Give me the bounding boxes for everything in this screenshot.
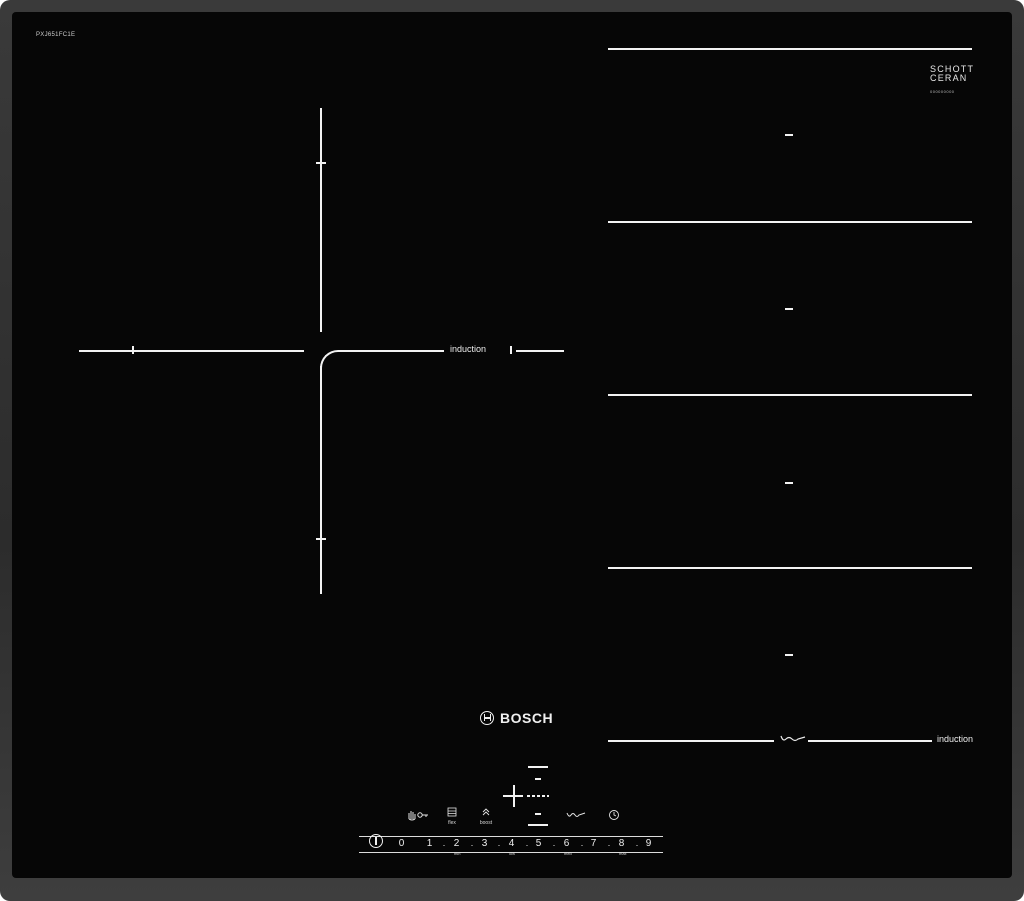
schott-ceran-mark: SCHOTT CERAN 000000000: [930, 64, 975, 95]
model-number: PXJ651FC1E: [36, 32, 76, 38]
level-1[interactable]: 1: [416, 838, 443, 849]
zone-divider-right-a: [350, 350, 444, 352]
level-4[interactable]: 4: [498, 838, 525, 849]
bottom-line-b: [808, 740, 932, 742]
wave-icon: [566, 812, 586, 817]
zone-divider-left: [79, 350, 304, 352]
zone-divider-top: [320, 108, 322, 332]
mini-line-top[interactable]: [528, 766, 548, 768]
right-zone-marker-1: [785, 134, 793, 136]
level-8[interactable]: 8: [608, 838, 635, 849]
power-button[interactable]: [369, 834, 383, 848]
timer-icon: [609, 810, 619, 820]
boost-button[interactable]: boost: [474, 807, 498, 826]
zone-divider-right-b: [516, 350, 564, 352]
right-zone-line-3: [608, 394, 972, 396]
caption-med: med: [564, 851, 572, 856]
level-5[interactable]: 5: [525, 838, 552, 849]
brand-name: BOSCH: [500, 710, 554, 726]
mini-line-bottom[interactable]: [528, 824, 548, 826]
timer-button[interactable]: [604, 809, 624, 823]
wave-button[interactable]: [564, 811, 588, 821]
bottom-line-a: [608, 740, 774, 742]
zone-marker-left: [132, 346, 134, 354]
induction-label-left: induction: [450, 344, 487, 354]
level-6[interactable]: 6: [553, 838, 580, 849]
caption-low: low: [509, 851, 516, 856]
flex-button[interactable]: flex: [442, 807, 462, 826]
child-lock-button[interactable]: [402, 809, 434, 823]
level-3[interactable]: 3: [471, 838, 498, 849]
power-level-slider[interactable]: 0 1 · 2 · 3 · 4 · 5 · 6 · 7 · 8 · 9 min …: [359, 832, 663, 856]
right-zone-line-2: [608, 221, 972, 223]
level-9[interactable]: 9: [635, 838, 662, 849]
caption-max: max: [619, 851, 627, 856]
boost-arrows-icon: [482, 808, 490, 816]
induction-label-right: induction: [937, 734, 974, 744]
right-zone-marker-3: [785, 482, 793, 484]
mini-tick-1[interactable]: [535, 778, 541, 780]
right-zone-marker-4: [785, 654, 793, 656]
bosch-logo: BOSCH: [480, 710, 553, 726]
zone-marker-top: [316, 162, 326, 164]
zone-marker-bottom: [316, 538, 326, 540]
hand-key-icon: [408, 811, 428, 821]
slider-top-line: [359, 836, 663, 837]
zone-divider-bottom: [320, 366, 322, 594]
level-7[interactable]: 7: [580, 838, 607, 849]
mini-dash[interactable]: [527, 795, 549, 797]
mini-cross-h[interactable]: [503, 795, 523, 797]
cooktop-glass: PXJ651FC1E induction SCHOTT CERAN 000000…: [12, 12, 1012, 878]
zone-marker-right: [510, 346, 512, 354]
zone-selector-map: [500, 766, 560, 826]
mini-tick-2[interactable]: [535, 813, 541, 815]
flex-grid-icon: [447, 807, 457, 817]
zone-corner: [320, 350, 350, 380]
level-2[interactable]: 2: [443, 838, 470, 849]
bosch-emblem-icon: [480, 711, 494, 725]
caption-min: min: [454, 851, 461, 856]
right-zone-marker-2: [785, 308, 793, 310]
level-0[interactable]: 0: [388, 838, 415, 849]
right-zone-line-1: [608, 48, 972, 50]
right-zone-line-4: [608, 567, 972, 569]
wave-icon: [780, 734, 806, 746]
